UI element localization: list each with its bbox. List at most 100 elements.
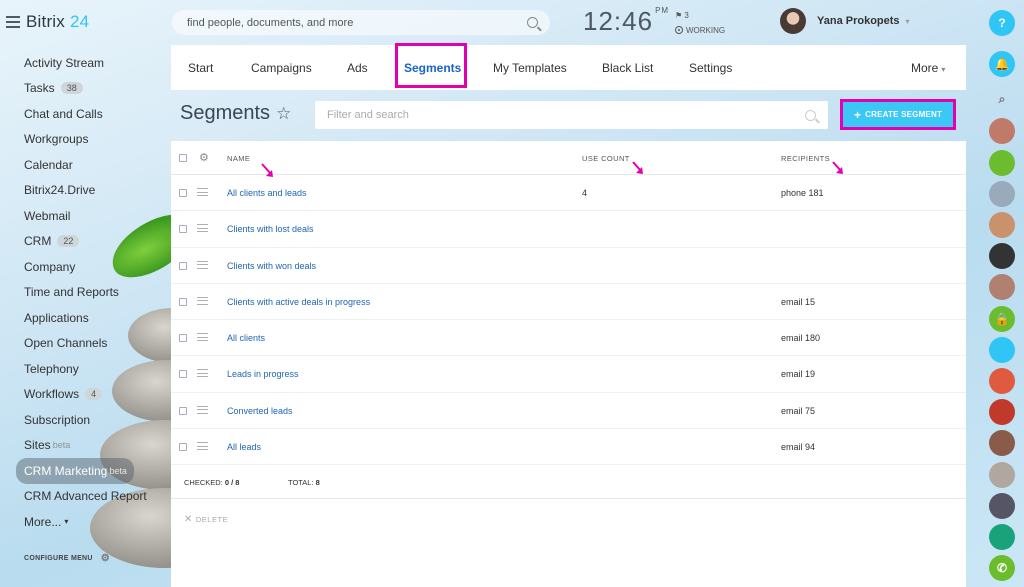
row-checkbox[interactable] bbox=[179, 189, 187, 197]
page-title: Segments ☆ bbox=[180, 102, 292, 124]
sidebar-item-sites[interactable]: Sites beta bbox=[16, 433, 170, 459]
chat-avatar[interactable] bbox=[989, 399, 1015, 425]
megaphone-icon[interactable] bbox=[989, 368, 1015, 394]
column-header-use-count[interactable]: USE COUNT bbox=[582, 154, 630, 163]
gear-icon[interactable]: ⚙ bbox=[199, 151, 209, 164]
sidebar-item-workflows[interactable]: Workflows 4 bbox=[16, 382, 170, 408]
lock-icon[interactable]: 🔒 bbox=[989, 306, 1015, 332]
tab-ads[interactable]: Ads bbox=[347, 61, 368, 75]
notification-bell-icon[interactable]: 🔔 bbox=[989, 51, 1015, 77]
drag-handle-icon[interactable] bbox=[197, 296, 208, 305]
search-icon[interactable] bbox=[527, 17, 538, 28]
chat-avatar[interactable] bbox=[989, 274, 1015, 300]
avatar bbox=[780, 8, 806, 34]
row-checkbox[interactable] bbox=[179, 334, 187, 343]
table-row[interactable]: Converted leads email 75 bbox=[171, 393, 966, 430]
chat-avatar[interactable] bbox=[989, 243, 1015, 269]
sidebar-item-crm-marketing[interactable]: CRM Marketing beta bbox=[16, 458, 134, 484]
segment-name-link[interactable]: Converted leads bbox=[227, 406, 293, 416]
star-icon[interactable]: ☆ bbox=[276, 104, 291, 123]
megaphone-icon[interactable] bbox=[989, 337, 1015, 363]
row-checkbox[interactable] bbox=[179, 443, 187, 452]
help-icon[interactable]: ? bbox=[989, 10, 1015, 36]
segment-name-link[interactable]: All leads bbox=[227, 442, 261, 452]
sidebar-item-open-channels[interactable]: Open Channels bbox=[16, 331, 170, 357]
segment-name-link[interactable]: All clients bbox=[227, 333, 265, 343]
row-checkbox[interactable] bbox=[179, 261, 187, 270]
drag-handle-icon[interactable] bbox=[197, 260, 208, 269]
chat-avatar[interactable] bbox=[989, 181, 1015, 207]
sidebar-item-company[interactable]: Company bbox=[16, 254, 170, 280]
chat-avatar[interactable] bbox=[989, 493, 1015, 519]
configure-menu-button[interactable]: CONFIGURE MENU ⚙ bbox=[24, 553, 110, 564]
sidebar-item-telephony[interactable]: Telephony bbox=[16, 356, 170, 382]
sidebar-item-crm-advanced-report[interactable]: CRM Advanced Report bbox=[16, 484, 170, 510]
sidebar-item-more[interactable]: More... ▾ bbox=[16, 509, 170, 535]
tab-my-templates[interactable]: My Templates bbox=[493, 61, 567, 75]
drag-handle-icon[interactable] bbox=[197, 188, 208, 196]
segment-name-link[interactable]: All clients and leads bbox=[227, 188, 307, 198]
drag-handle-icon[interactable] bbox=[197, 405, 208, 414]
drag-handle-icon[interactable] bbox=[197, 224, 208, 233]
row-checkbox[interactable] bbox=[179, 225, 187, 234]
tab-campaigns[interactable]: Campaigns bbox=[251, 61, 312, 75]
delete-button[interactable]: ✕ DELETE bbox=[184, 514, 228, 525]
table-row[interactable]: Clients with active deals in progress em… bbox=[171, 284, 966, 321]
column-header-name[interactable]: NAME bbox=[227, 154, 250, 163]
megaphone-icon[interactable] bbox=[989, 524, 1015, 550]
drag-handle-icon[interactable] bbox=[197, 442, 208, 451]
hamburger-menu-icon[interactable] bbox=[6, 16, 20, 28]
column-header-recipients[interactable]: RECIPIENTS bbox=[781, 154, 830, 163]
table-row[interactable]: Clients with lost deals bbox=[171, 211, 966, 248]
chat-avatar[interactable] bbox=[989, 118, 1015, 144]
drag-handle-icon[interactable] bbox=[197, 333, 208, 342]
sidebar-item-drive[interactable]: Bitrix24.Drive bbox=[16, 178, 170, 204]
row-checkbox[interactable] bbox=[179, 406, 187, 415]
sidebar-item-time-and-reports[interactable]: Time and Reports bbox=[16, 280, 170, 306]
sidebar-item-workgroups[interactable]: Workgroups bbox=[16, 127, 170, 153]
segment-name-link[interactable]: Leads in progress bbox=[227, 369, 299, 379]
phone-icon[interactable]: ✆ bbox=[989, 555, 1015, 581]
chat-avatar[interactable] bbox=[989, 462, 1015, 488]
clock[interactable]: 12:46 PM bbox=[583, 6, 669, 37]
segment-name-link[interactable]: Clients with active deals in progress bbox=[227, 297, 370, 307]
create-segment-button[interactable]: + CREATE SEGMENT bbox=[843, 102, 953, 127]
filter-input[interactable] bbox=[327, 109, 805, 121]
sidebar-menu: Activity Stream Tasks 38 Chat and Calls W… bbox=[16, 50, 170, 535]
drag-handle-icon[interactable] bbox=[197, 369, 208, 378]
sidebar-item-subscription[interactable]: Subscription bbox=[16, 407, 170, 433]
search-icon[interactable]: ⌕ bbox=[989, 86, 1015, 112]
segment-name-link[interactable]: Clients with won deals bbox=[227, 261, 316, 271]
sidebar-item-applications[interactable]: Applications bbox=[16, 305, 170, 331]
table-row[interactable]: Clients with won deals bbox=[171, 248, 966, 284]
tab-start[interactable]: Start bbox=[188, 61, 213, 75]
work-status[interactable]: ⚑ 3 WORKING bbox=[675, 8, 725, 38]
tab-more[interactable]: More ▾ bbox=[911, 61, 945, 75]
table-row[interactable]: All leads email 94 bbox=[171, 429, 966, 466]
global-search[interactable] bbox=[172, 10, 550, 35]
chat-avatar[interactable] bbox=[989, 430, 1015, 456]
select-all-checkbox[interactable] bbox=[179, 154, 187, 162]
tab-segments[interactable]: Segments bbox=[404, 61, 461, 75]
sidebar-item-webmail[interactable]: Webmail bbox=[16, 203, 170, 229]
table-row[interactable]: Leads in progress email 19 bbox=[171, 356, 966, 393]
logo[interactable]: Bitrix 24 bbox=[26, 12, 89, 32]
segment-name-link[interactable]: Clients with lost deals bbox=[227, 224, 314, 234]
sidebar-item-activity-stream[interactable]: Activity Stream bbox=[16, 50, 170, 76]
filter-search[interactable] bbox=[315, 101, 828, 129]
row-checkbox[interactable] bbox=[179, 370, 187, 379]
chat-avatar[interactable] bbox=[989, 212, 1015, 238]
table-row[interactable]: All clients and leads 4 phone 181 bbox=[171, 175, 966, 212]
sidebar-item-tasks[interactable]: Tasks 38 bbox=[16, 76, 170, 102]
sidebar-item-calendar[interactable]: Calendar bbox=[16, 152, 170, 178]
user-menu[interactable]: Yana Prokopets ▾ bbox=[780, 8, 910, 34]
table-row[interactable]: All clients email 180 bbox=[171, 320, 966, 357]
sidebar-item-chat-and-calls[interactable]: Chat and Calls bbox=[16, 101, 170, 127]
sidebar-item-crm[interactable]: CRM 22 bbox=[16, 229, 170, 255]
tab-black-list[interactable]: Black List bbox=[602, 61, 653, 75]
tab-settings[interactable]: Settings bbox=[689, 61, 732, 75]
search-input[interactable] bbox=[187, 16, 527, 29]
search-icon[interactable] bbox=[805, 109, 816, 121]
row-checkbox[interactable] bbox=[179, 297, 187, 306]
chat-avatar[interactable] bbox=[989, 150, 1015, 176]
